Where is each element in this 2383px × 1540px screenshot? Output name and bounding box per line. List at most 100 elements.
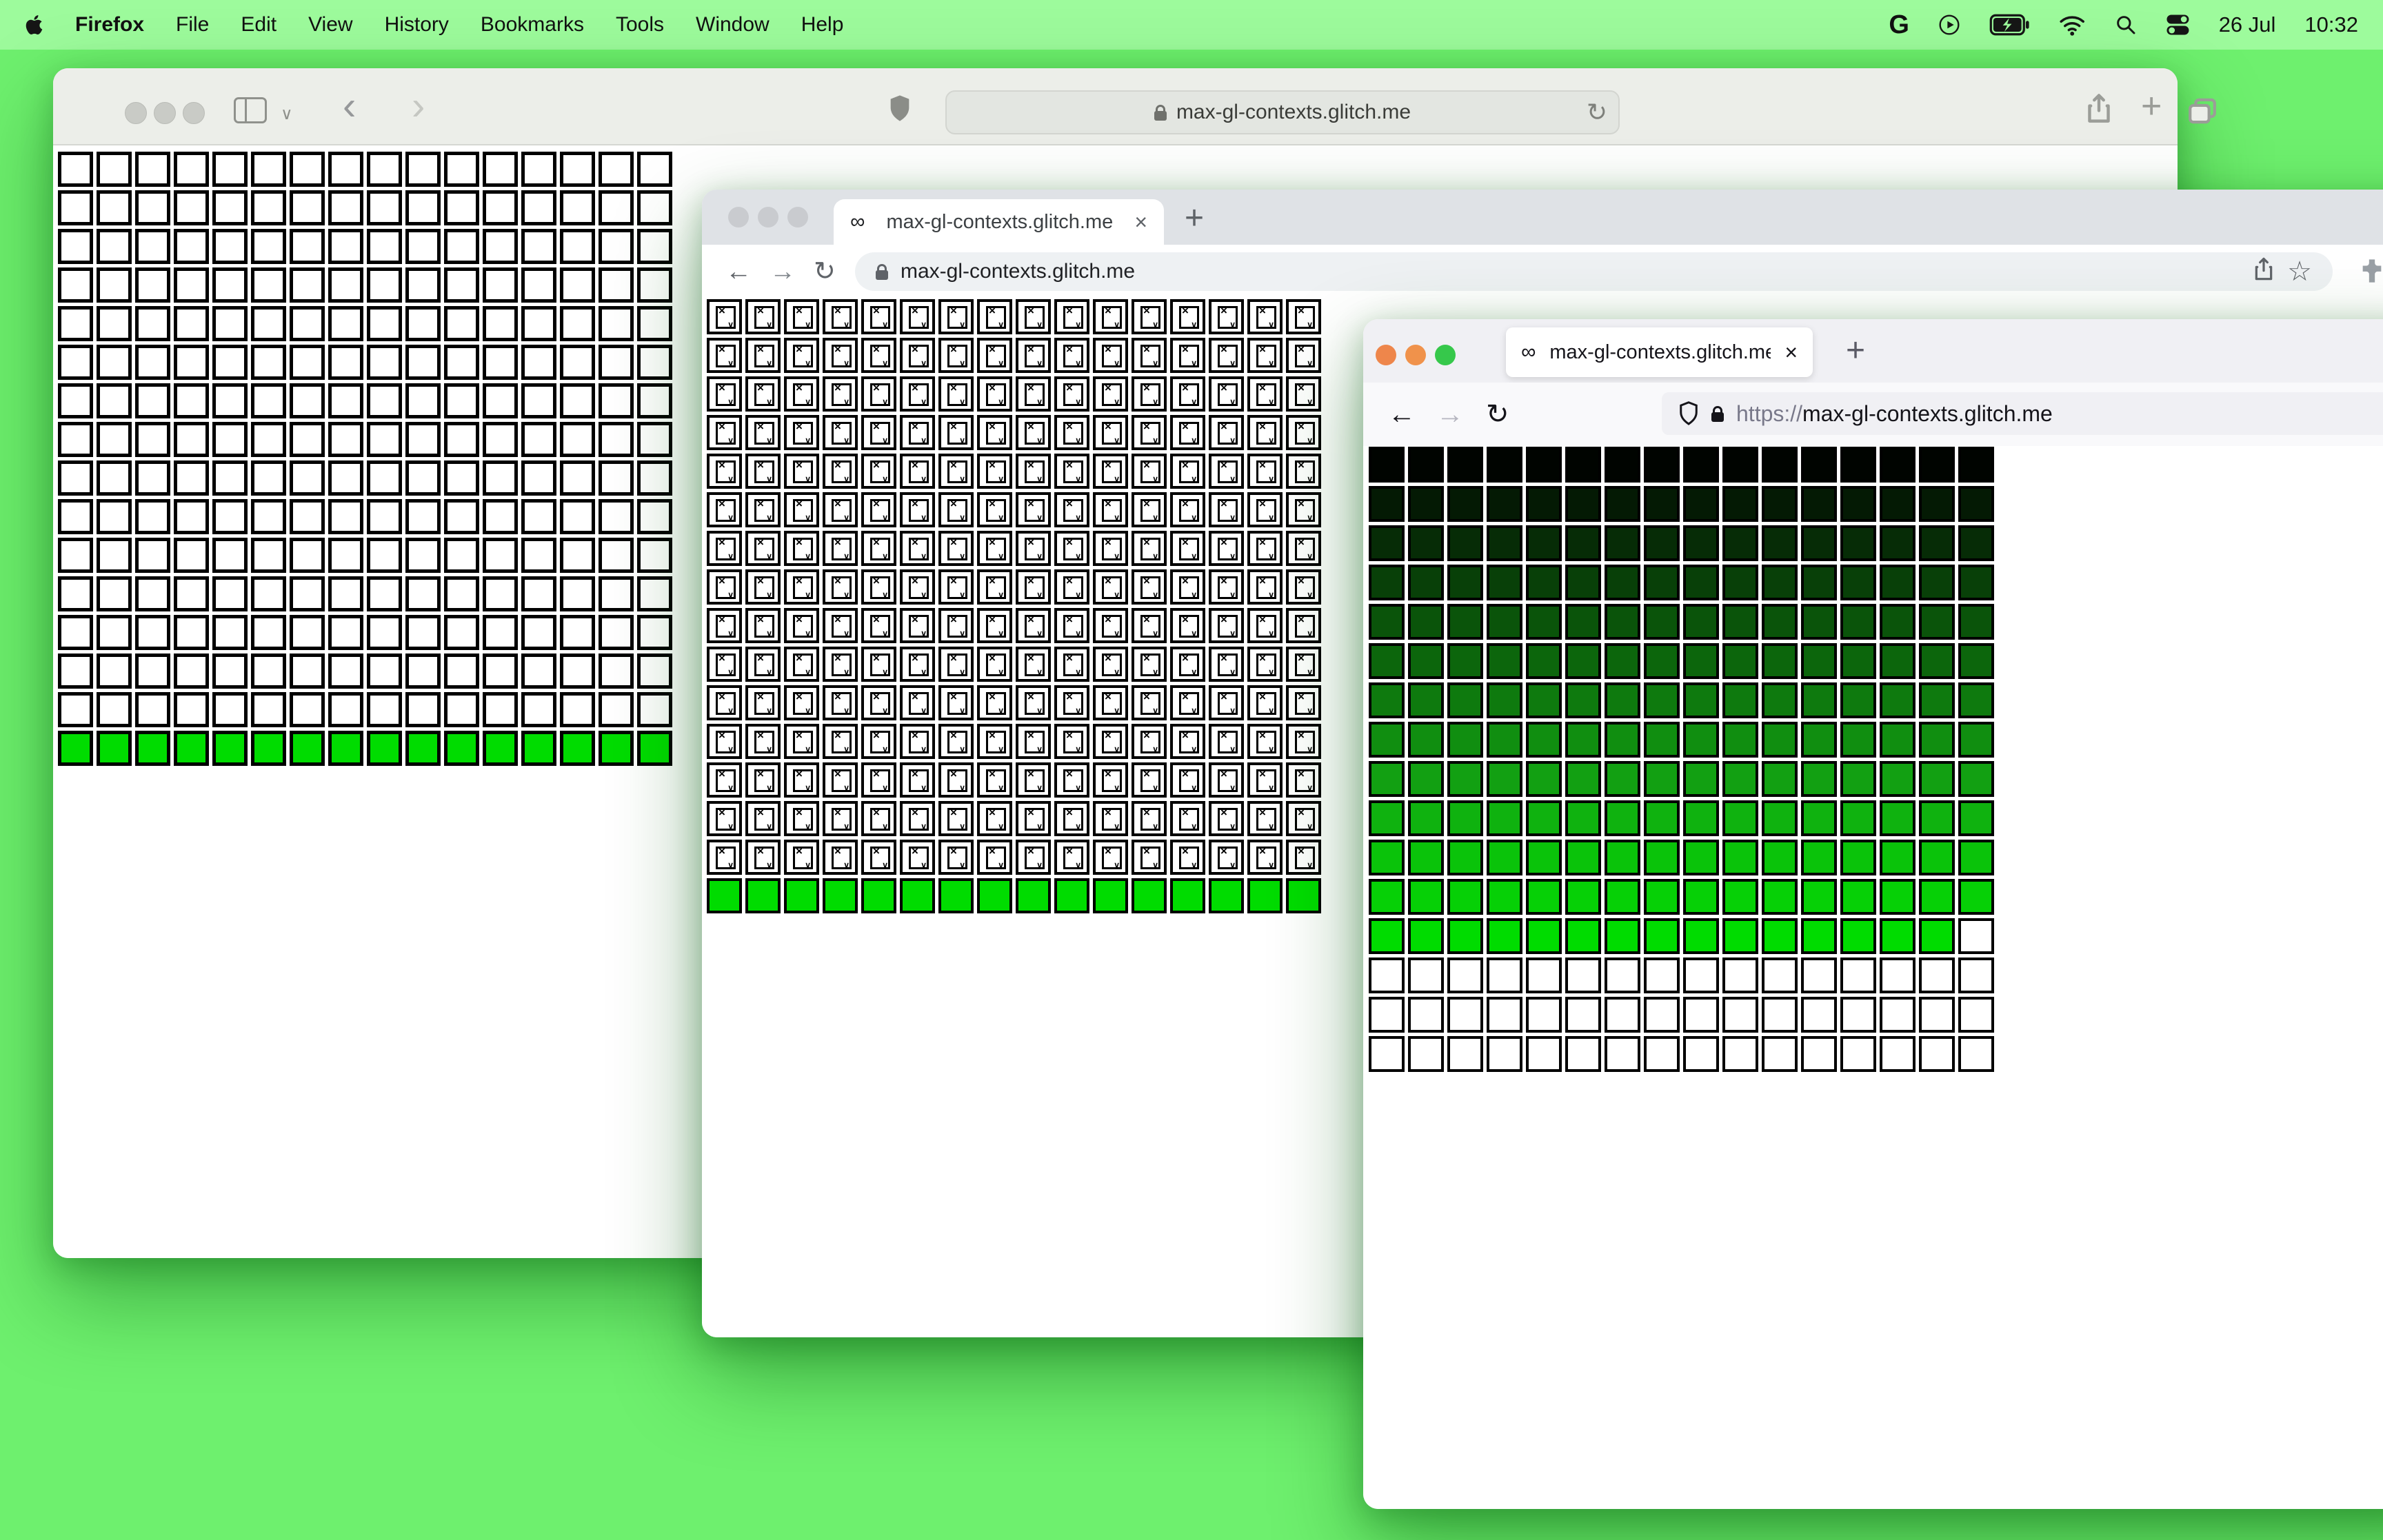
google-g-icon[interactable]: G bbox=[1889, 10, 1909, 40]
close-tab-icon[interactable]: × bbox=[1134, 210, 1147, 235]
canvas-cell bbox=[1286, 724, 1321, 759]
apple-menu-icon[interactable] bbox=[25, 14, 43, 36]
canvas-cell bbox=[290, 345, 325, 380]
broken-image-icon bbox=[947, 767, 967, 793]
canvas-cell bbox=[1369, 800, 1405, 836]
reload-icon[interactable]: ↻ bbox=[1587, 98, 1607, 127]
wifi-icon[interactable] bbox=[2059, 14, 2085, 36]
new-tab-button[interactable]: + bbox=[2141, 88, 2162, 124]
minimize-button[interactable] bbox=[154, 102, 176, 124]
chrome-active-tab[interactable]: ∞ max-gl-contexts.glitch.me × bbox=[834, 199, 1164, 245]
privacy-shield-icon[interactable] bbox=[889, 94, 911, 125]
menu-item-view[interactable]: View bbox=[308, 13, 352, 37]
menu-item-tools[interactable]: Tools bbox=[616, 13, 664, 37]
broken-image-icon bbox=[754, 651, 774, 677]
close-button[interactable] bbox=[728, 207, 749, 227]
canvas-cell bbox=[97, 383, 132, 418]
canvas-cell bbox=[483, 692, 518, 727]
canvas-cell bbox=[745, 569, 781, 605]
broken-image-icon bbox=[754, 574, 774, 600]
canvas-cell bbox=[637, 654, 672, 689]
broken-image-icon bbox=[947, 420, 967, 445]
canvas-cell bbox=[1247, 878, 1283, 913]
url-bar[interactable]: https:// max-gl-contexts.glitch.me bbox=[1662, 392, 2383, 435]
canvas-cell bbox=[290, 306, 325, 341]
canvas-cell bbox=[938, 840, 974, 875]
canvas-cell bbox=[1016, 338, 1051, 373]
tracking-shield-icon[interactable] bbox=[1678, 401, 1699, 427]
menu-item-edit[interactable]: Edit bbox=[241, 13, 276, 37]
menu-bar-clock[interactable]: 10:32 bbox=[2304, 12, 2358, 37]
canvas-cell bbox=[251, 267, 286, 303]
new-tab-button[interactable]: + bbox=[1846, 332, 1865, 369]
canvas-cell bbox=[1487, 958, 1522, 993]
canvas-cell bbox=[1487, 918, 1522, 954]
address-bar[interactable]: max-gl-contexts.glitch.me ↻ bbox=[945, 90, 1620, 134]
menu-item-window[interactable]: Window bbox=[696, 13, 770, 37]
minimize-button[interactable] bbox=[1405, 345, 1426, 365]
close-tab-icon[interactable]: × bbox=[1784, 340, 1798, 365]
new-tab-button[interactable]: + bbox=[1185, 199, 1204, 237]
safari-toolbar[interactable]: ∨ ‹ › max-gl-contexts.glitch.me ↻ + bbox=[53, 68, 2216, 145]
chevron-down-icon[interactable]: ∨ bbox=[281, 104, 293, 124]
canvas-cell bbox=[1605, 565, 1640, 600]
omnibox[interactable]: max-gl-contexts.glitch.me ☆ bbox=[855, 252, 2333, 291]
forward-button[interactable]: → bbox=[1436, 401, 1464, 428]
canvas-cell bbox=[1016, 569, 1051, 605]
canvas-cell bbox=[1801, 722, 1837, 758]
bookmark-star-icon[interactable]: ☆ bbox=[2287, 256, 2312, 287]
back-button[interactable]: ← bbox=[725, 259, 752, 285]
sidebar-icon[interactable] bbox=[234, 97, 267, 123]
control-center-icon[interactable] bbox=[2166, 14, 2190, 36]
canvas-cell bbox=[1605, 879, 1640, 915]
broken-image-icon bbox=[832, 844, 852, 870]
canvas-cell bbox=[560, 731, 595, 766]
canvas-cell bbox=[1247, 840, 1283, 875]
play-circle-icon[interactable] bbox=[1938, 14, 1960, 36]
forward-button[interactable]: › bbox=[412, 86, 425, 126]
broken-image-icon bbox=[986, 767, 1006, 793]
back-button[interactable]: ‹ bbox=[343, 86, 356, 126]
canvas-cell bbox=[1565, 525, 1601, 561]
menu-app-name[interactable]: Firefox bbox=[75, 13, 144, 37]
canvas-cell bbox=[1880, 486, 1916, 522]
broken-image-icon bbox=[1256, 304, 1276, 330]
canvas-cell bbox=[367, 538, 402, 573]
canvas-cell bbox=[977, 840, 1012, 875]
share-icon[interactable] bbox=[2253, 256, 2275, 287]
chrome-tab-strip[interactable]: ∞ max-gl-contexts.glitch.me × + bbox=[702, 190, 2383, 245]
canvas-cell bbox=[1170, 338, 1205, 373]
menu-item-file[interactable]: File bbox=[176, 13, 209, 37]
reload-button[interactable]: ↻ bbox=[814, 259, 836, 285]
forward-button[interactable]: → bbox=[770, 259, 796, 285]
minimize-button[interactable] bbox=[758, 207, 778, 227]
tab-overview-icon[interactable] bbox=[2188, 96, 2217, 173]
canvas-cell bbox=[1605, 958, 1640, 993]
back-button[interactable]: ← bbox=[1388, 401, 1416, 428]
menu-bar-date[interactable]: 26 Jul bbox=[2219, 12, 2276, 37]
canvas-cell bbox=[938, 762, 974, 798]
canvas-cell bbox=[174, 422, 209, 457]
menu-item-history[interactable]: History bbox=[385, 13, 449, 37]
broken-image-icon bbox=[870, 458, 890, 484]
firefox-active-tab[interactable]: ∞ max-gl-contexts.glitch.me/ × bbox=[1506, 327, 1813, 377]
reload-button[interactable]: ↻ bbox=[1486, 401, 1509, 428]
menu-item-help[interactable]: Help bbox=[801, 13, 844, 37]
canvas-cell bbox=[560, 345, 595, 380]
firefox-tab-strip[interactable]: ∞ max-gl-contexts.glitch.me/ × + bbox=[1363, 319, 2383, 383]
search-icon[interactable] bbox=[2115, 14, 2137, 36]
broken-image-icon bbox=[1102, 343, 1122, 368]
zoom-button[interactable] bbox=[183, 102, 205, 124]
battery-charging-icon[interactable] bbox=[1989, 14, 2030, 36]
close-button[interactable] bbox=[1376, 345, 1396, 365]
extensions-puzzle-icon[interactable] bbox=[2358, 257, 2383, 288]
close-button[interactable] bbox=[125, 102, 147, 124]
canvas-cell bbox=[1132, 840, 1167, 875]
canvas-cell bbox=[599, 267, 634, 303]
broken-image-icon bbox=[716, 381, 736, 407]
canvas-cell bbox=[1054, 299, 1089, 334]
menu-item-bookmarks[interactable]: Bookmarks bbox=[481, 13, 584, 37]
canvas-cell bbox=[1054, 647, 1089, 682]
zoom-button[interactable] bbox=[787, 207, 808, 227]
zoom-button[interactable] bbox=[1435, 345, 1456, 365]
